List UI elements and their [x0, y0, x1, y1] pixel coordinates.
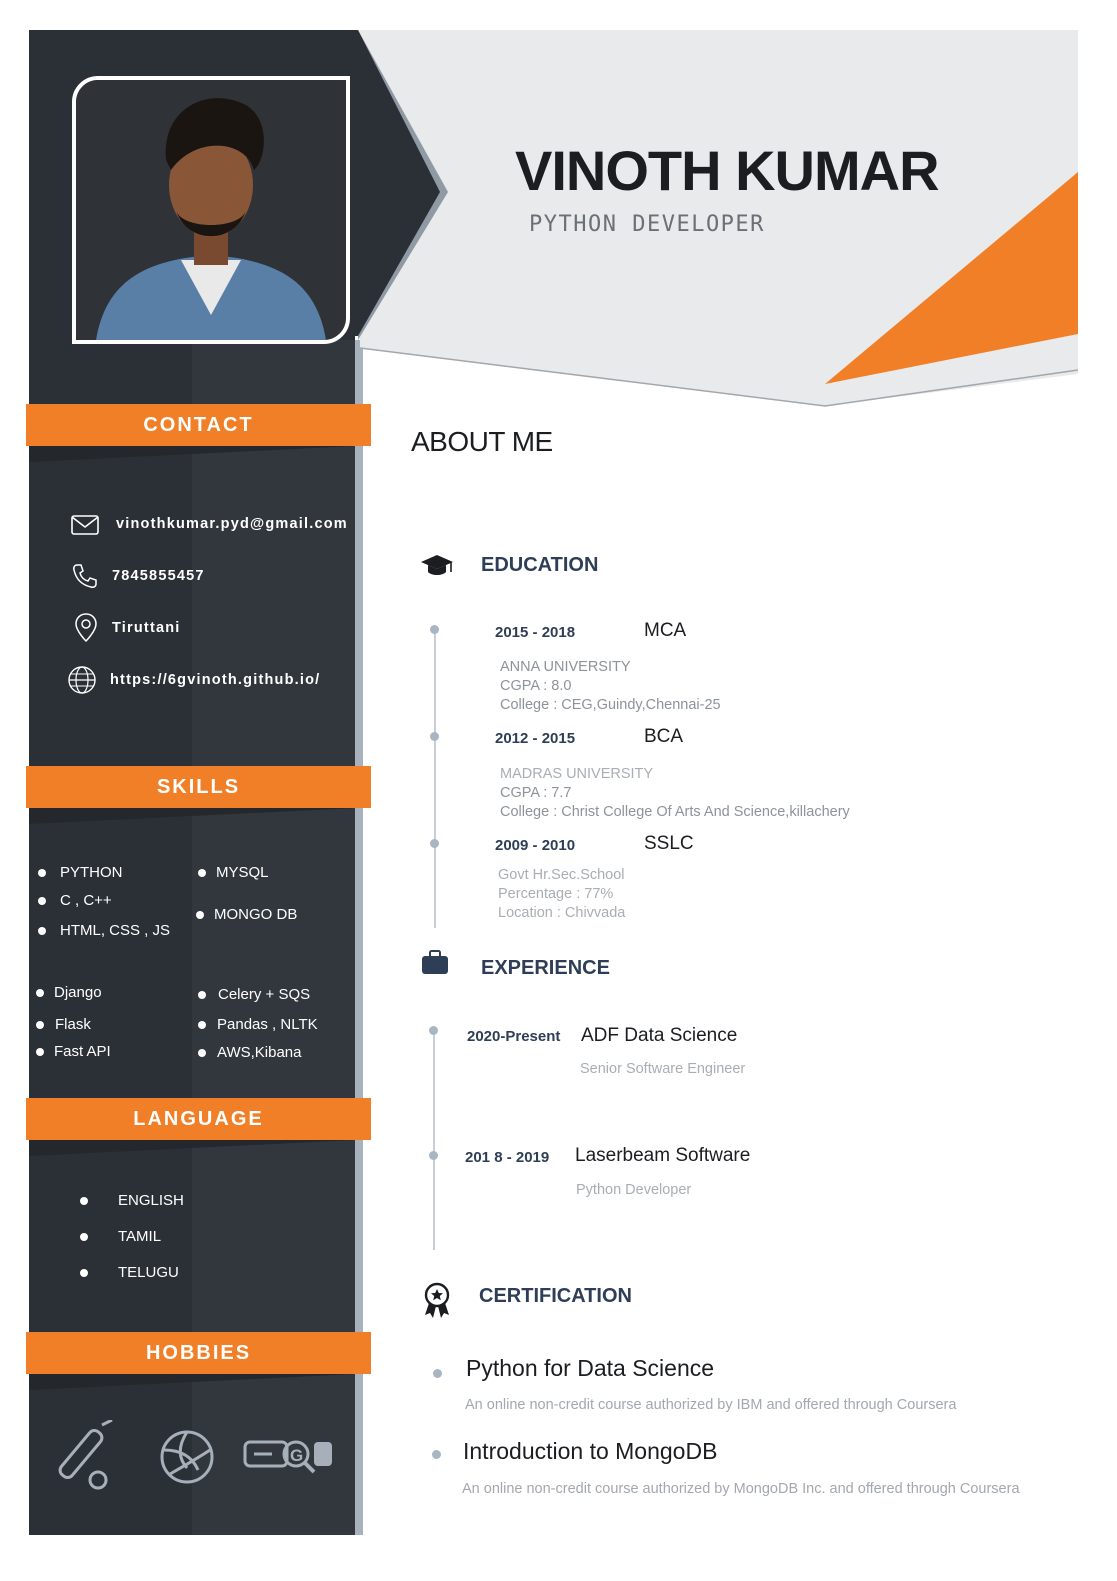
email-text: vinothkumar.pyd@gmail.com — [116, 516, 348, 532]
skill-item: MYSQL — [198, 864, 269, 881]
skill-item: Flask — [36, 1016, 91, 1033]
bullet-icon — [198, 990, 206, 999]
skill-item: Celery + SQS — [198, 986, 310, 1003]
candidate-role: PYTHON DEVELOPER — [529, 212, 765, 237]
bullet-icon — [433, 1369, 442, 1378]
bullet-icon — [196, 910, 204, 919]
globe-icon — [68, 666, 96, 694]
graduation-cap-icon — [421, 555, 453, 575]
education-details: Govt Hr.Sec.School Percentage : 77% Loca… — [498, 867, 626, 921]
skills-heading: SKILLS — [26, 766, 371, 808]
education-heading: EDUCATION — [481, 554, 599, 576]
education-degree: SSLC — [644, 833, 694, 854]
bullet-icon — [38, 926, 46, 935]
education-years: 2015 - 2018 — [495, 624, 576, 641]
cricket-icon — [58, 1420, 113, 1490]
certification-heading: CERTIFICATION — [479, 1285, 632, 1307]
bullet-icon — [38, 896, 46, 905]
skill-item: Fast API — [36, 1043, 111, 1060]
location-text: Tiruttani — [112, 620, 181, 636]
timeline-dot — [429, 1151, 438, 1160]
location-pin-icon — [75, 613, 97, 643]
language-item: TAMIL — [80, 1228, 161, 1245]
award-ribbon-icon — [424, 1282, 450, 1318]
language-item: ENGLISH — [80, 1192, 184, 1209]
experience-timeline — [433, 1030, 435, 1250]
phone-text: 7845855457 — [112, 568, 205, 584]
education-years: 2012 - 2015 — [495, 730, 576, 747]
contact-email[interactable]: vinothkumar.pyd@gmail.com — [66, 508, 348, 540]
bullet-icon — [38, 868, 46, 877]
certification-description: An online non-credit course authorized b… — [462, 1481, 1020, 1497]
contact-website[interactable]: https://6gvinoth.github.io/ — [66, 664, 320, 696]
education-details: MADRAS UNIVERSITY CGPA : 7.7 College : C… — [500, 766, 850, 820]
experience-heading: EXPERIENCE — [481, 957, 610, 979]
certification-description: An online non-credit course authorized b… — [465, 1397, 957, 1413]
bullet-icon — [80, 1268, 88, 1277]
experience-years: 2020-Present — [467, 1028, 561, 1045]
education-degree: MCA — [644, 620, 687, 641]
bullet-icon — [80, 1196, 88, 1205]
skill-item: MONGO DB — [196, 906, 297, 923]
phone-icon — [73, 564, 97, 588]
profile-photo — [72, 76, 350, 344]
experience-years: 201 8 - 2019 — [465, 1149, 550, 1166]
skill-item: HTML, CSS , JS — [38, 922, 170, 939]
volleyball-icon — [160, 1430, 214, 1484]
bullet-icon — [198, 868, 206, 877]
bullet-icon — [198, 1020, 206, 1029]
timeline-dot — [430, 839, 439, 848]
hobbies-heading: HOBBIES — [26, 1332, 371, 1374]
experience-company: Laserbeam Software — [575, 1145, 751, 1166]
experience-position: Senior Software Engineer — [580, 1061, 746, 1077]
experience-position: Python Developer — [576, 1182, 692, 1198]
skill-item: Pandas , NLTK — [198, 1016, 318, 1033]
education-details: ANNA UNIVERSITY CGPA : 8.0 College : CEG… — [500, 659, 721, 713]
education-degree: BCA — [644, 726, 684, 747]
bullet-icon — [36, 1047, 44, 1056]
mail-icon — [71, 515, 99, 535]
bullet-icon — [36, 988, 44, 997]
experience-company: ADF Data Science — [581, 1025, 738, 1046]
website-link[interactable]: https://6gvinoth.github.io/ — [110, 672, 320, 688]
education-years: 2009 - 2010 — [495, 837, 576, 854]
skill-item: C , C++ — [38, 892, 112, 909]
certification-title: Python for Data Science — [466, 1355, 715, 1381]
briefcase-icon — [422, 950, 448, 974]
language-heading: LANGUAGE — [26, 1098, 371, 1140]
contact-heading: CONTACT — [26, 404, 371, 446]
language-item: TELUGU — [80, 1264, 179, 1281]
about-heading: ABOUT ME — [411, 426, 553, 457]
certification-title: Introduction to MongoDB — [463, 1438, 718, 1464]
skill-item: Django — [36, 984, 102, 1001]
skill-item: PYTHON — [38, 864, 123, 881]
bullet-icon — [198, 1048, 206, 1057]
contact-phone[interactable]: 7845855457 — [70, 560, 205, 592]
timeline-dot — [429, 1026, 438, 1035]
bullet-icon — [80, 1232, 88, 1241]
timeline-dot — [430, 732, 439, 741]
skill-item: AWS,Kibana — [198, 1044, 302, 1061]
gaming-icon: G — [243, 1440, 332, 1474]
timeline-dot — [430, 625, 439, 634]
contact-location: Tiruttani — [72, 612, 181, 644]
svg-text:G: G — [290, 1446, 303, 1465]
bullet-icon — [432, 1450, 441, 1459]
candidate-name: VINOTH KUMAR — [515, 139, 940, 202]
education-timeline — [434, 630, 436, 928]
bullet-icon — [36, 1020, 44, 1029]
